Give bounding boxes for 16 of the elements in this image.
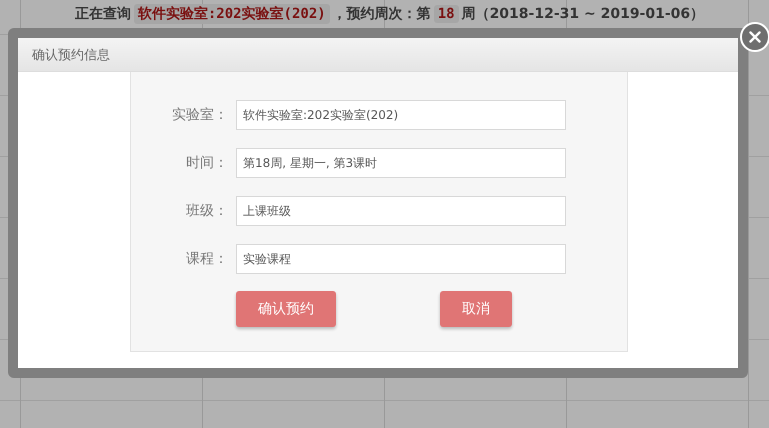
input-field[interactable]: 实验课程 bbox=[236, 244, 566, 274]
input-field[interactable]: 第18周, 星期一, 第3课时 bbox=[236, 148, 566, 178]
lab-name: 软件实验室:202实验室(202) bbox=[134, 4, 330, 24]
date-range: 周（2018-12-31 ~ 2019-01-06） bbox=[462, 5, 704, 23]
close-icon bbox=[749, 31, 761, 43]
dialog-title: 确认预约信息 bbox=[32, 46, 110, 64]
query-label: 正在查询 bbox=[74, 5, 131, 23]
week-number: 18 bbox=[434, 5, 459, 23]
week-label: ，预约周次：第 bbox=[332, 5, 431, 23]
field-label: 实验室： bbox=[171, 106, 228, 124]
close-button[interactable] bbox=[740, 22, 769, 52]
input-field[interactable]: 上课班级 bbox=[236, 196, 566, 226]
field-label: 时间： bbox=[185, 154, 228, 172]
input-field[interactable]: 软件实验室:202实验室(202) bbox=[236, 100, 566, 130]
field-label: 班级： bbox=[185, 202, 228, 220]
field-label: 课程： bbox=[185, 250, 228, 268]
